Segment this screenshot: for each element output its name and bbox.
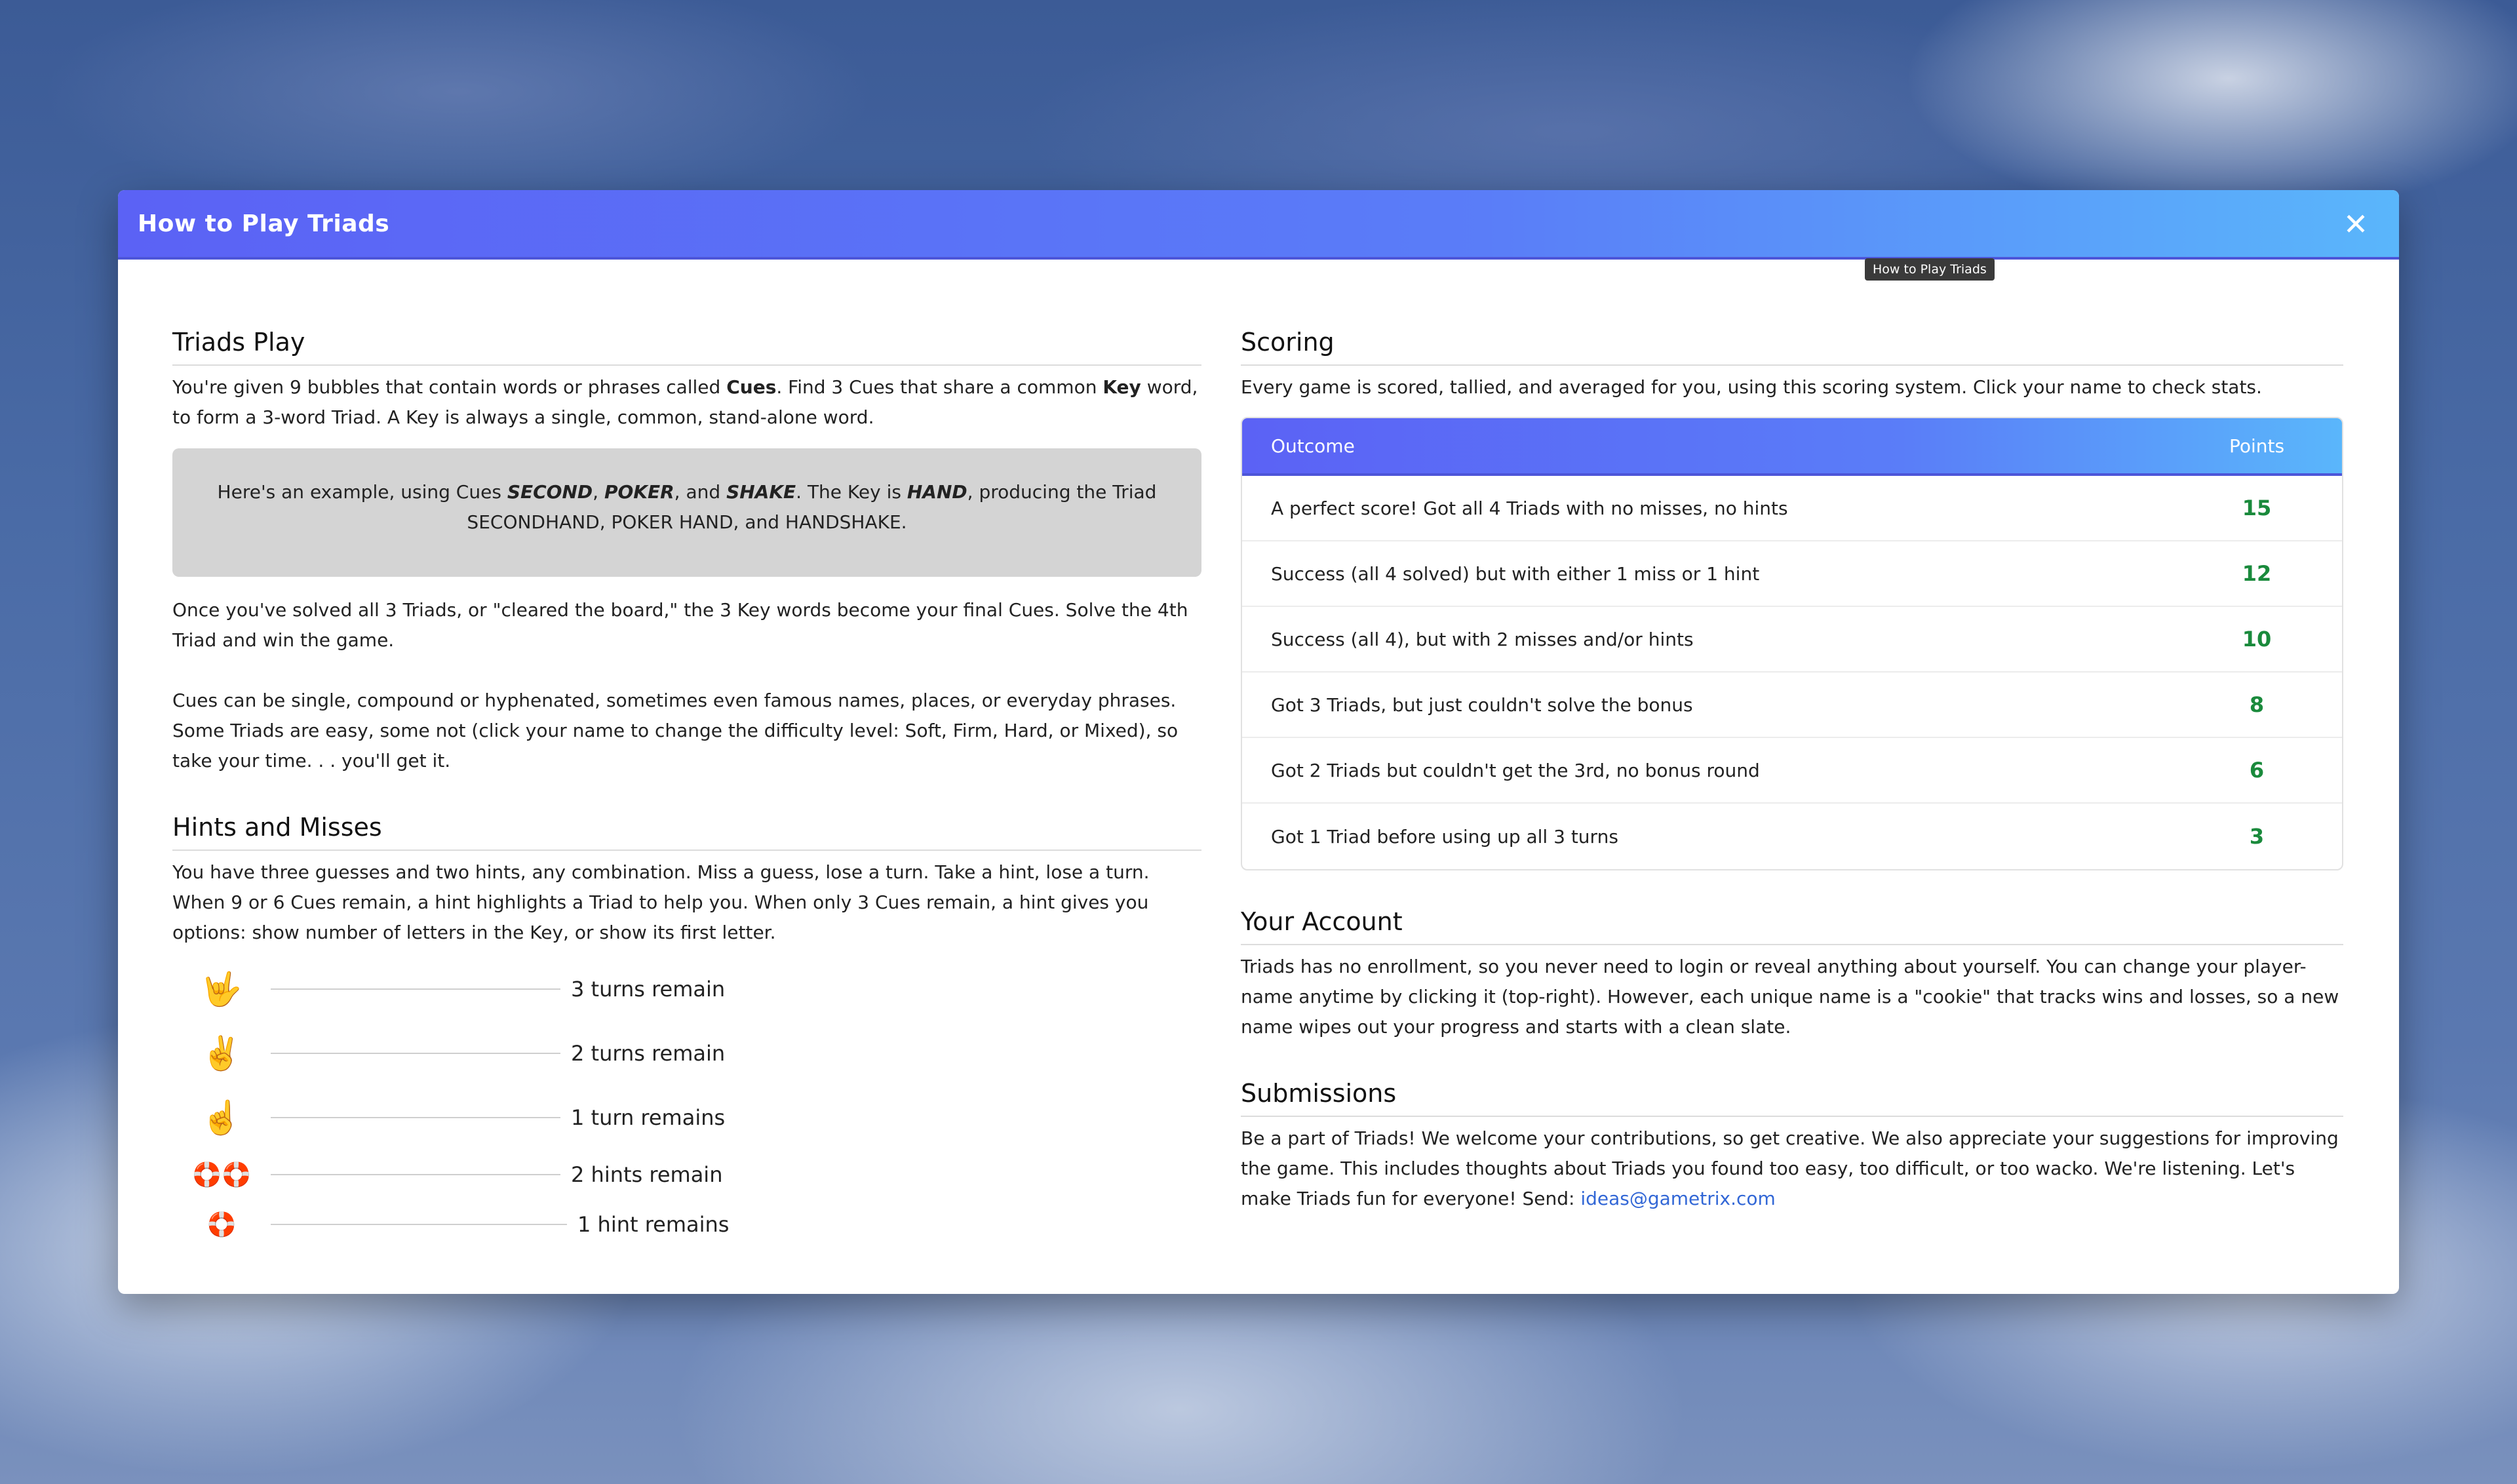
close-icon[interactable]: ✕ — [2339, 206, 2373, 242]
points-cell: 3 — [2249, 824, 2265, 849]
how-to-play-modal: How to Play Triads ✕ How to Play Triads … — [118, 190, 2399, 1294]
outcome-cell: Got 1 Triad before using up all 3 turns — [1271, 825, 1618, 848]
scoring-heading: Scoring — [1241, 328, 2343, 366]
points-cell: 6 — [2249, 758, 2265, 783]
hint-row-3-turns: 🤟 3 turns remain — [172, 957, 1201, 1021]
hint-row-1-turn: ☝️ 1 turn remains — [172, 1085, 1201, 1150]
table-row: Success (all 4 solved) but with either 1… — [1242, 541, 2342, 607]
hint-row-2-turns: ✌️ 2 turns remain — [172, 1021, 1201, 1085]
tooltip: How to Play Triads — [1865, 258, 1995, 281]
one-finger-icon: ☝️ — [201, 1098, 243, 1137]
right-column: Scoring Every game is scored, tallied, a… — [1241, 328, 2343, 1214]
hint-label: 2 turns remain — [571, 1041, 726, 1066]
points-column-header: Points — [2229, 435, 2285, 457]
points-cell: 15 — [2242, 496, 2272, 520]
hints-heading: Hints and Misses — [172, 813, 1201, 851]
modal-title: How to Play Triads — [138, 210, 390, 237]
outcome-column-header: Outcome — [1271, 435, 1355, 457]
triads-play-para2: Once you've solved all 3 Triads, or "cle… — [172, 599, 1188, 651]
outcome-cell: A perfect score! Got all 4 Triads with n… — [1271, 497, 1788, 519]
lifebuoy-pair-icon: 🛟🛟 — [192, 1162, 251, 1188]
outcome-cell: Success (all 4 solved) but with either 1… — [1271, 562, 1760, 585]
hints-list: 🤟 3 turns remain ✌️ 2 turns remain ☝️ 1 … — [172, 957, 1201, 1249]
submissions-text: Be a part of Triads! We welcome your con… — [1241, 1127, 2339, 1209]
outcome-cell: Got 2 Triads but couldn't get the 3rd, n… — [1271, 759, 1760, 781]
table-row: Got 2 Triads but couldn't get the 3rd, n… — [1242, 738, 2342, 804]
triads-play-heading: Triads Play — [172, 328, 1201, 366]
outcome-cell: Success (all 4), but with 2 misses and/o… — [1271, 628, 1694, 650]
hint-label: 3 turns remain — [571, 977, 726, 1002]
example-box: Here's an example, using Cues SECOND, PO… — [172, 448, 1201, 577]
outcome-cell: Got 3 Triads, but just couldn't solve th… — [1271, 693, 1693, 716]
divider — [271, 1174, 560, 1175]
table-row: Got 1 Triad before using up all 3 turns … — [1242, 804, 2342, 869]
points-cell: 10 — [2242, 627, 2272, 652]
table-row: A perfect score! Got all 4 Triads with n… — [1242, 476, 2342, 541]
account-section: Your Account Triads has no enrollment, s… — [1241, 907, 2343, 1042]
divider — [271, 1224, 567, 1225]
hint-label: 1 hint remains — [577, 1212, 730, 1237]
submissions-heading: Submissions — [1241, 1079, 2343, 1117]
account-heading: Your Account — [1241, 907, 2343, 945]
two-fingers-icon: ✌️ — [201, 1034, 243, 1072]
submissions-section: Submissions Be a part of Triads! We welc… — [1241, 1079, 2343, 1214]
table-row: Success (all 4), but with 2 misses and/o… — [1242, 607, 2342, 673]
scoring-table: Outcome Points A perfect score! Got all … — [1241, 417, 2343, 870]
three-fingers-icon: 🤟 — [201, 969, 243, 1008]
hint-label: 2 hints remain — [571, 1162, 723, 1187]
modal-header: How to Play Triads ✕ — [118, 190, 2399, 260]
points-cell: 12 — [2242, 561, 2272, 586]
divider — [271, 988, 560, 990]
points-cell: 8 — [2249, 692, 2265, 717]
triads-play-intro: You're given 9 bubbles that contain word… — [172, 376, 1198, 428]
account-text: Triads has no enrollment, so you never n… — [1241, 956, 2339, 1038]
hint-row-1-hint: 🛟 1 hint remains — [172, 1200, 1201, 1249]
divider — [271, 1053, 560, 1054]
hint-label: 1 turn remains — [571, 1105, 726, 1130]
left-column: Triads Play You're given 9 bubbles that … — [172, 328, 1201, 1249]
scoring-table-header: Outcome Points — [1242, 418, 2342, 476]
table-row: Got 3 Triads, but just couldn't solve th… — [1242, 673, 2342, 738]
hint-row-2-hints: 🛟🛟 2 hints remain — [172, 1150, 1201, 1200]
email-link[interactable]: ideas@gametrix.com — [1580, 1188, 1776, 1209]
lifebuoy-icon: 🛟 — [206, 1211, 237, 1238]
divider — [271, 1117, 560, 1118]
triads-play-para3: Cues can be single, compound or hyphenat… — [172, 690, 1179, 771]
hints-text: You have three guesses and two hints, an… — [172, 861, 1150, 943]
scoring-intro: Every game is scored, tallied, and avera… — [1241, 376, 2262, 398]
